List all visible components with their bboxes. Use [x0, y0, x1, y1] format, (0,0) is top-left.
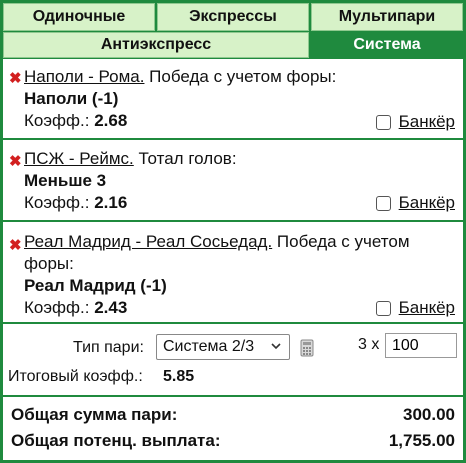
bet-type-label: Тип пари:	[73, 339, 144, 356]
potential-payout-label: Общая потенц. выплата:	[11, 431, 221, 450]
coef: Коэфф.: 2.16	[24, 192, 127, 214]
tab-system-label: Система	[353, 36, 421, 53]
coef-value: 2.68	[94, 111, 128, 130]
banker-label[interactable]: Банкёр	[399, 111, 455, 133]
market-text: Тотал голов:	[133, 149, 237, 168]
bet-summary: Общая сумма пари: 300.00 Общая потенц. в…	[3, 397, 463, 460]
remove-icon[interactable]: ✖	[9, 235, 22, 257]
bet-description: Реал Мадрид - Реал Сосьедад. Победа с уч…	[24, 231, 455, 275]
tab-multi[interactable]: Мультипари	[311, 3, 463, 31]
banker-toggle[interactable]: Банкёр	[375, 111, 455, 133]
banker-label[interactable]: Банкёр	[399, 192, 455, 214]
bet-settings: Тип пари: Система 2/3 3 x Итоговый коэфф…	[3, 324, 463, 395]
tab-single[interactable]: Одиночные	[3, 3, 155, 31]
match-link[interactable]: Реал Мадрид - Реал Сосьедад.	[24, 232, 272, 251]
bet-type-select[interactable]: Система 2/3	[156, 334, 290, 360]
potential-payout-row: Общая потенц. выплата: 1,755.00	[11, 431, 455, 451]
coef-label: Коэфф.:	[24, 298, 95, 317]
tab-multi-label: Мультипари	[338, 8, 436, 25]
remove-icon[interactable]: ✖	[9, 68, 22, 90]
bet-pick: Реал Мадрид (-1)	[24, 276, 167, 295]
coef: Коэфф.: 2.68	[24, 110, 127, 132]
tab-antiexpress[interactable]: Антиэкспресс	[3, 32, 309, 58]
banker-toggle[interactable]: Банкёр	[375, 297, 455, 319]
total-stake-value: 300.00	[403, 405, 455, 424]
coef-value: 2.16	[94, 193, 128, 212]
total-stake-label: Общая сумма пари:	[11, 405, 178, 424]
banker-checkbox[interactable]	[375, 300, 391, 316]
banker-checkbox[interactable]	[375, 195, 391, 211]
tab-express[interactable]: Экспрессы	[157, 3, 309, 31]
bet-description: ПСЖ - Реймс. Тотал голов:	[24, 148, 455, 170]
coef: Коэфф.: 2.43	[24, 297, 127, 319]
multiplier-label: 3 x	[358, 336, 380, 353]
tab-system[interactable]: Система	[311, 32, 463, 58]
coef-label: Коэфф.:	[24, 111, 95, 130]
banker-checkbox[interactable]	[375, 114, 391, 130]
bet-pick: Меньше 3	[24, 171, 107, 190]
market-text: Победа с учетом форы:	[144, 67, 337, 86]
total-coef-value: 5.85	[163, 368, 195, 385]
bet-item: ✖ Реал Мадрид - Реал Сосьедад. Победа с …	[3, 222, 463, 322]
banker-toggle[interactable]: Банкёр	[375, 192, 455, 214]
bet-description: Наполи - Рома. Победа с учетом форы:	[24, 66, 455, 88]
remove-icon[interactable]: ✖	[9, 151, 22, 173]
potential-payout-value: 1,755.00	[388, 431, 455, 450]
chevron-down-icon	[271, 343, 281, 350]
stake-input[interactable]	[385, 333, 457, 358]
bet-slip: Одиночные Экспрессы Мультипари Антиэкспр…	[0, 0, 466, 463]
tab-single-label: Одиночные	[32, 8, 126, 25]
bet-pick: Наполи (-1)	[24, 89, 119, 108]
tab-express-label: Экспрессы	[189, 8, 277, 25]
total-coef-label: Итоговый коэфф.:	[8, 368, 143, 385]
bet-item: ✖ Наполи - Рома. Победа с учетом форы: Н…	[3, 59, 463, 138]
banker-label[interactable]: Банкёр	[399, 297, 455, 319]
tab-antiexpress-label: Антиэкспресс	[100, 36, 212, 53]
coef-label: Коэфф.:	[24, 193, 95, 212]
coef-value: 2.43	[94, 298, 128, 317]
total-stake-row: Общая сумма пари: 300.00	[11, 405, 455, 425]
calculator-icon[interactable]	[300, 339, 314, 357]
bet-item: ✖ ПСЖ - Реймс. Тотал голов: Меньше 3 Коэ…	[3, 140, 463, 220]
match-link[interactable]: ПСЖ - Реймс.	[24, 149, 134, 168]
bet-type-value: Система 2/3	[163, 338, 255, 355]
match-link[interactable]: Наполи - Рома.	[24, 67, 144, 86]
